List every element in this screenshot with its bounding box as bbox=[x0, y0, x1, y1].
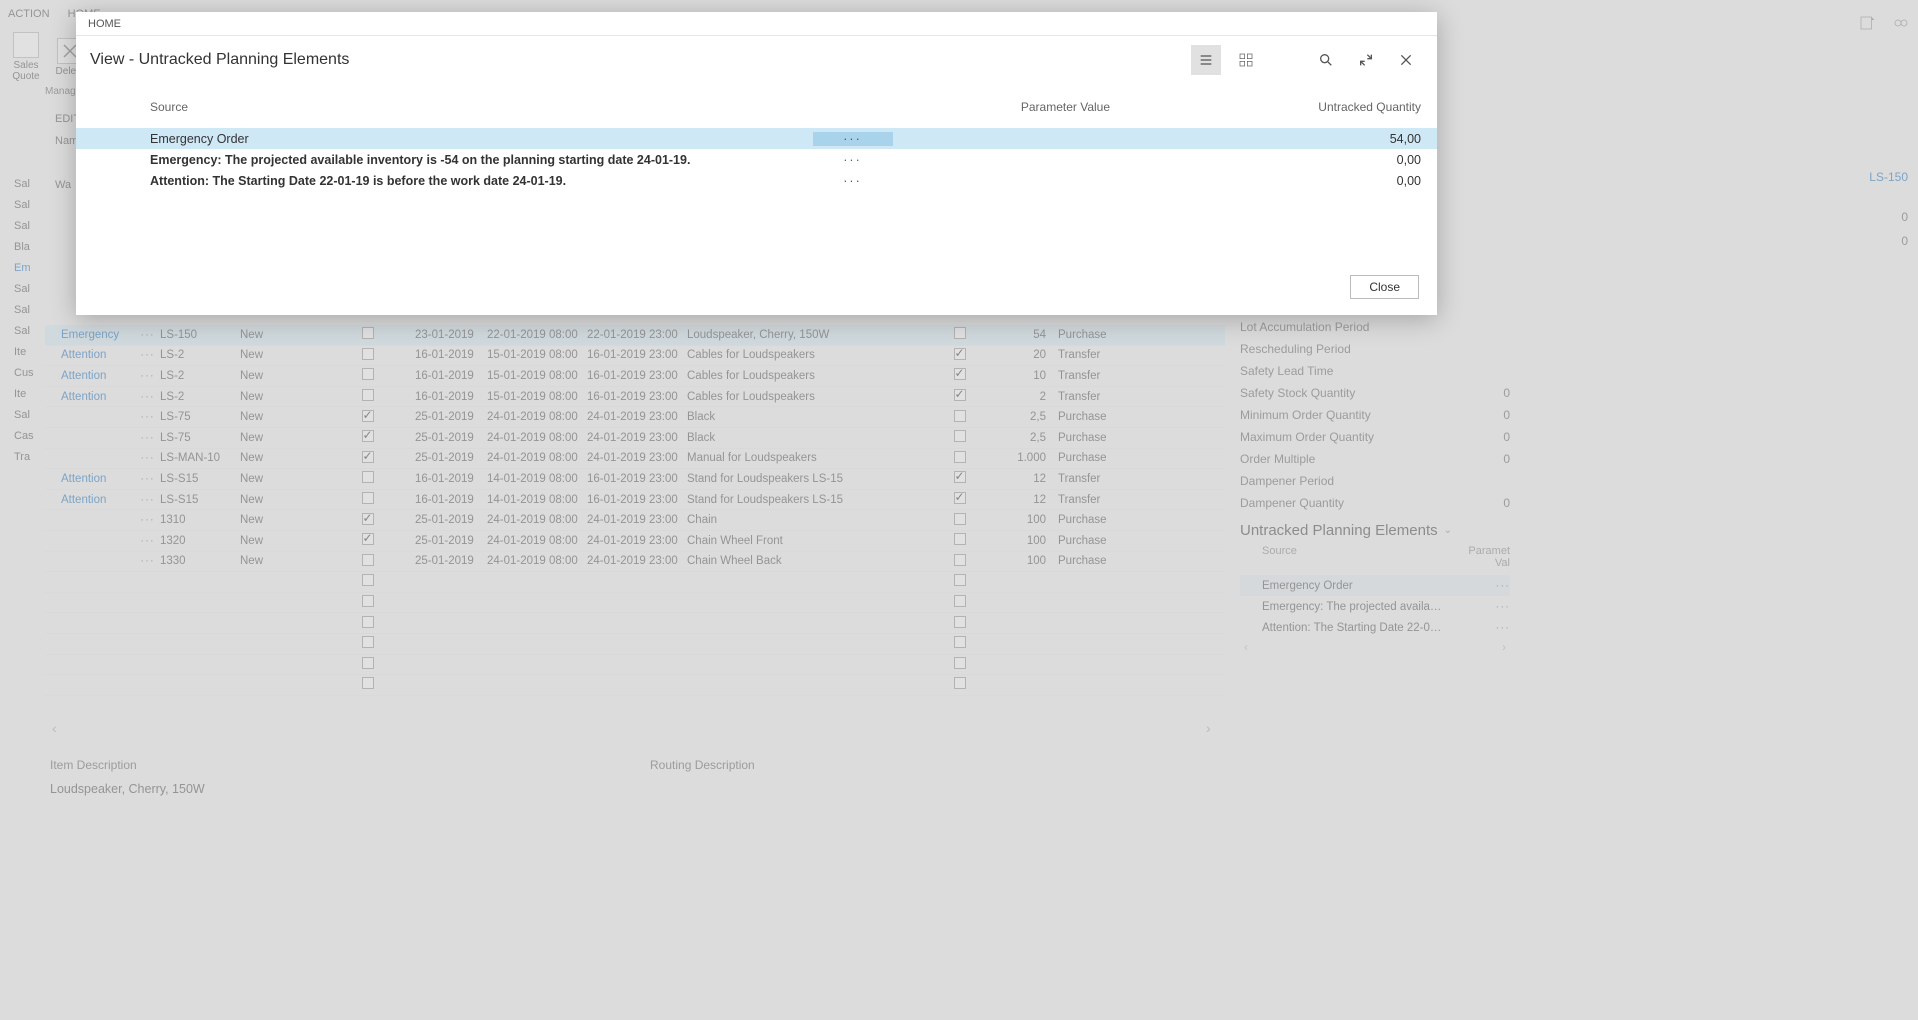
col-untracked-quantity[interactable]: Untracked Quantity bbox=[1110, 100, 1423, 114]
untracked-elements-modal: HOME View - Untracked Planning Elements … bbox=[76, 12, 1437, 315]
row-source: Emergency Order bbox=[90, 132, 770, 146]
modal-row[interactable]: Emergency Order ··· 54,00 bbox=[76, 128, 1437, 149]
list-icon bbox=[1198, 52, 1214, 68]
parameter-value-menu[interactable]: ··· bbox=[813, 153, 893, 167]
modal-tab-home[interactable]: HOME bbox=[88, 18, 121, 30]
modal-footer: Close bbox=[76, 261, 1437, 315]
row-quantity: 0,00 bbox=[935, 174, 1423, 188]
modal-title: View - Untracked Planning Elements bbox=[90, 51, 349, 69]
close-button[interactable]: Close bbox=[1350, 275, 1419, 299]
modal-tabs: HOME bbox=[76, 12, 1437, 36]
row-quantity: 0,00 bbox=[935, 153, 1423, 167]
modal-column-headers: Source Parameter Value Untracked Quantit… bbox=[76, 96, 1437, 118]
modal-header: View - Untracked Planning Elements bbox=[76, 36, 1437, 84]
row-source: Attention: The Starting Date 22-01-19 is… bbox=[90, 174, 770, 188]
parameter-value-menu[interactable]: ··· bbox=[813, 174, 893, 188]
tile-view-button[interactable] bbox=[1231, 45, 1261, 75]
col-source[interactable]: Source bbox=[90, 100, 850, 114]
popout-icon bbox=[1358, 52, 1374, 68]
modal-toolbar bbox=[1191, 45, 1421, 75]
tile-icon bbox=[1238, 52, 1254, 68]
parameter-value-menu[interactable]: ··· bbox=[813, 132, 893, 146]
row-quantity: 54,00 bbox=[935, 132, 1423, 146]
modal-row[interactable]: Emergency: The projected available inven… bbox=[76, 149, 1437, 170]
close-icon bbox=[1398, 52, 1414, 68]
popout-button[interactable] bbox=[1351, 45, 1381, 75]
col-parameter-value[interactable]: Parameter Value bbox=[850, 100, 1110, 114]
close-modal-button[interactable] bbox=[1391, 45, 1421, 75]
list-view-button[interactable] bbox=[1191, 45, 1221, 75]
search-button[interactable] bbox=[1311, 45, 1341, 75]
search-icon bbox=[1318, 52, 1334, 68]
modal-row[interactable]: Attention: The Starting Date 22-01-19 is… bbox=[76, 170, 1437, 191]
modal-rows: Emergency Order ··· 54,00 Emergency: The pr… bbox=[76, 128, 1437, 191]
row-source: Emergency: The projected available inven… bbox=[90, 153, 770, 167]
